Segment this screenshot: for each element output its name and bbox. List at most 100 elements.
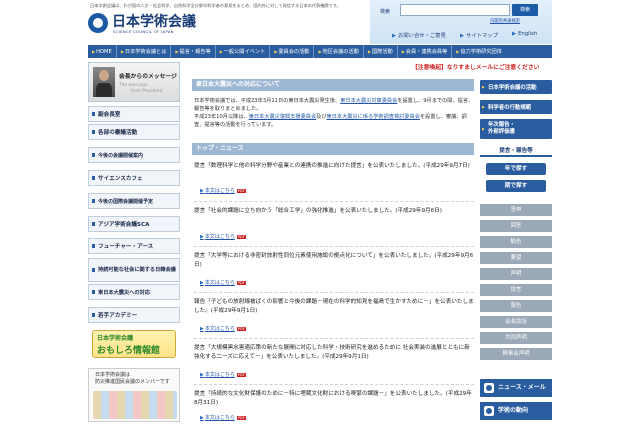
sidebar-item-international-meetings[interactable]: 今後の国際会議開催予定 xyxy=(88,193,180,209)
arrow-right-icon: ▶ xyxy=(120,49,124,54)
sidebar-item-vice-president[interactable]: 副会長室 xyxy=(88,106,180,122)
contact-link-label: お問い合せ・ご意見 xyxy=(398,33,446,39)
arrow-right-icon: ▶ xyxy=(200,326,204,332)
nav-label: 国際活動 xyxy=(371,49,393,55)
category-board-statement[interactable]: 幹事会声明 xyxy=(480,348,552,361)
nav-item-cooperating-orgs[interactable]: ▶協力学術研究団体 xyxy=(452,45,506,58)
academic-trends-label: 学術の動向 xyxy=(498,407,529,414)
english-link[interactable]: ▶ English xyxy=(512,31,537,37)
link-label: 本文はこちら xyxy=(204,372,235,378)
president-message-en: The message from President xyxy=(119,83,162,95)
nav-item-members[interactable]: ▶会員・連携会員等 xyxy=(398,45,453,58)
link-label: 本文はこちら xyxy=(204,280,235,286)
arrow-right-icon: ▶ xyxy=(318,49,322,54)
sitemap-link-label: サイトマップ xyxy=(466,33,498,39)
contact-link[interactable]: ▶ お問い合せ・ご意見 xyxy=(392,31,446,39)
quake-committee-link[interactable]: 東日本大震災対策委員会 xyxy=(340,98,397,104)
nav-item-committees[interactable]: ▶委員会の活動 xyxy=(270,45,315,58)
arrow-right-icon: ▶ xyxy=(200,415,204,421)
news-item: 報告「子どもの放射線被ばくの影響と今後の課題－現在の科学的知見を福島で生かすため… xyxy=(194,298,474,316)
news-divider xyxy=(194,201,474,202)
quake-text: 及び xyxy=(316,114,327,120)
nav-item-international[interactable]: ▶国際活動 xyxy=(364,45,398,58)
sidebar-item-earthquake[interactable]: 東日本大震災への対応 xyxy=(88,284,180,300)
arrow-right-icon: ▶ xyxy=(200,372,204,378)
arrow-right-icon: ▶ xyxy=(200,188,204,194)
page: 日本学術会議は、わが国の人文・社会科学、自然科学全分野の科学者の意見をまとめ、国… xyxy=(0,0,640,426)
recovery-committee-link[interactable]: 東日本大震災復興支援委員会 xyxy=(249,114,316,120)
arrow-right-icon: ▶ xyxy=(401,49,405,54)
category-toushin[interactable]: 答申 xyxy=(480,204,552,217)
category-youbou[interactable]: 要望 xyxy=(480,252,552,265)
search-input[interactable] xyxy=(400,4,510,16)
category-houkoku[interactable]: 報告 xyxy=(480,300,552,313)
nav-item-events[interactable]: ▶一般公開イベント xyxy=(216,45,271,58)
sitemap-link[interactable]: ▶ サイトマップ xyxy=(460,31,498,39)
category-president-statement[interactable]: 会長談話 xyxy=(480,316,552,329)
news-fulltext-link[interactable]: ▶本文はこちら PDF xyxy=(200,325,246,332)
sidebar-item-sca[interactable]: アジア学術会議SCA xyxy=(88,216,180,232)
nav-item-regional[interactable]: ▶地区会議の活動 xyxy=(314,45,364,58)
sidebar-item-divisions[interactable]: 各部の審議活動 xyxy=(88,124,180,140)
news-item: 提言「社会的課題に立ち向かう「総合工学」の強化推進」を公表いたしました。(平成2… xyxy=(194,207,474,216)
news-fulltext-link[interactable]: ▶本文はこちら PDF xyxy=(200,279,246,286)
nav-label: 委員会の活動 xyxy=(278,49,310,55)
news-fulltext-link[interactable]: ▶本文はこちら PDF xyxy=(200,371,246,378)
quake-text: 日本学術会議では、平成23年3月11日の東日本大震災発生後、 xyxy=(194,98,341,104)
search-by-year-button[interactable]: 年で探す xyxy=(486,163,546,175)
news-mail-button[interactable]: ニュース・メール xyxy=(480,379,552,397)
annual-report-line-2: 外部評価書 xyxy=(488,129,515,135)
code-of-conduct-button[interactable]: 科学者の行動規範 xyxy=(480,100,552,114)
annual-report-button[interactable]: 年次報告・ 外部評価書 xyxy=(480,119,552,139)
arrow-right-icon: ▶ xyxy=(175,49,179,54)
category-kankoku[interactable]: 勧告 xyxy=(480,236,552,249)
news-item: 提言「大学等における非密封放射性同位元素使用施設の拠点化について」を公表いたしま… xyxy=(194,252,474,270)
nav-label: 会員・連携会員等 xyxy=(405,49,448,55)
news-fulltext-link[interactable]: ▶本文はこちら PDF xyxy=(200,187,246,194)
bousai-banner[interactable]: 日本学術会議は 防災推進国民会議のメンバーです xyxy=(88,368,180,422)
news-fulltext-link[interactable]: ▶本文はこちら PDF xyxy=(200,233,246,240)
category-teigen[interactable]: 提言 xyxy=(480,284,552,297)
nav-item-about[interactable]: ▶日本学術会議とは xyxy=(117,45,172,58)
omoshiro-banner[interactable]: 日本学術会議 おもしろ情報館 xyxy=(92,330,176,358)
bousai-line-2: 防災推進国民会議のメンバーです xyxy=(95,379,170,385)
nav-item-reports[interactable]: ▶提言・報告等 xyxy=(171,45,216,58)
news-title: 提言「大学等における非密封放射性同位元素使用施設の拠点化について」を公表いたしま… xyxy=(194,253,474,268)
news-title: 報告「子どもの放射線被ばくの影響と今後の課題－現在の科学的知見を福島で生かすため… xyxy=(194,299,474,314)
search-by-term-button[interactable]: 期で探す xyxy=(486,180,546,192)
news-fulltext-link[interactable]: ▶本文はこちら PDF xyxy=(200,414,246,421)
nav-label: 協力学術研究団体 xyxy=(460,49,502,55)
nav-label: 一般公開イベント xyxy=(223,49,266,55)
sidebar-item-young-academy[interactable]: 若手アカデミー xyxy=(88,307,180,323)
category-joint-statement[interactable]: 共同声明 xyxy=(480,332,552,345)
link-label: 本文はこちら xyxy=(204,326,235,332)
logo-subtitle: SCIENCE COUNCIL OF JAPAN xyxy=(113,29,174,34)
pdf-icon: PDF xyxy=(236,372,246,377)
arrow-right-icon: ▶ xyxy=(274,49,278,54)
sidebar-item-future-earth[interactable]: フューチャー・アース xyxy=(88,238,180,254)
site-logo[interactable]: 日本学術会議 SCIENCE COUNCIL OF JAPAN xyxy=(88,11,248,37)
category-kaitou[interactable]: 回答 xyxy=(480,220,552,233)
arrow-right-icon: ▶ xyxy=(92,49,96,54)
book-icon xyxy=(484,406,494,416)
activities-button[interactable]: 日本学術会議の活動 xyxy=(480,80,552,94)
bousai-line-1: 日本学術会議は xyxy=(95,372,131,378)
site-description: 日本学術会議は、わが国の人文・社会科学、自然科学全分野の科学者の意見をまとめ、国… xyxy=(90,3,341,8)
category-seimei[interactable]: 声明 xyxy=(480,268,552,281)
news-title: 提言「社会的課題に立ち向かう「総合工学」の強化推進」を公表いたしました。(平成2… xyxy=(194,208,442,214)
sidebar-item-japan-korea[interactable]: 持続可能な社会に関する日韓会議 xyxy=(88,258,180,282)
survey-committee-link[interactable]: 東日本大震災に係る学術調査検討委員会 xyxy=(327,114,420,120)
nav-item-home[interactable]: ▶HOME xyxy=(88,45,117,58)
sidebar-item-science-cafe[interactable]: サイエンスカフェ xyxy=(88,170,180,186)
pdf-icon: PDF xyxy=(236,280,246,285)
sidebar-item-meetings[interactable]: 今後の会議開催案内 xyxy=(88,147,180,163)
cabinet-search-link[interactable]: 内閣府共通検索 xyxy=(490,18,520,24)
president-message-box[interactable]: 会長からのメッセージ The message from President xyxy=(88,62,180,102)
academic-trends-button[interactable]: 学術の動向 xyxy=(480,402,552,420)
quake-text: 平成23年10月以降は、 xyxy=(194,114,249,120)
search-button[interactable]: 検索 xyxy=(512,4,538,16)
link-label: 本文はこちら xyxy=(204,415,235,421)
top-news-heading: トップ・ニュース xyxy=(192,143,474,155)
phishing-notice-link[interactable]: 【注意喚起】なりすましメールにご注意ください xyxy=(412,62,539,71)
logo-emblem-icon xyxy=(88,13,108,33)
